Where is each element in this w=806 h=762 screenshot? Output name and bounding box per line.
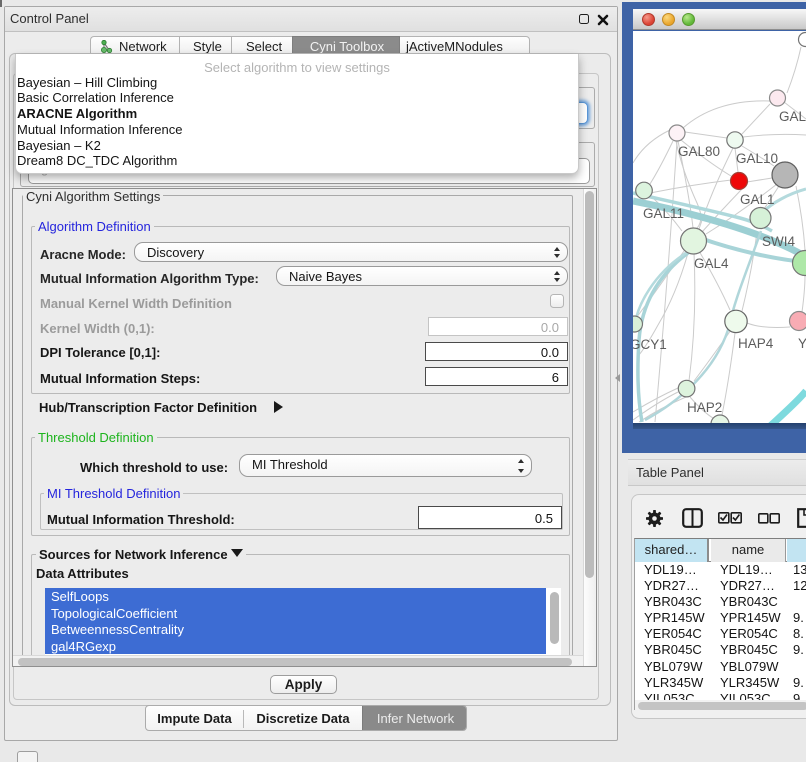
- svg-text:HAP4: HAP4: [738, 336, 774, 351]
- svg-text:HAP2: HAP2: [687, 400, 722, 415]
- svg-text:GAL11: GAL11: [643, 206, 684, 221]
- svg-text:GAL10: GAL10: [736, 151, 778, 166]
- svg-text:SWI4: SWI4: [762, 234, 795, 249]
- svg-text:GAL1: GAL1: [740, 192, 775, 207]
- svg-text:GAL2: GAL2: [779, 109, 806, 124]
- svg-text:GAL80: GAL80: [678, 144, 720, 159]
- svg-text:GCY1: GCY1: [633, 337, 667, 352]
- svg-text:GAL4: GAL4: [694, 256, 729, 271]
- svg-text:YJ: YJ: [798, 336, 806, 351]
